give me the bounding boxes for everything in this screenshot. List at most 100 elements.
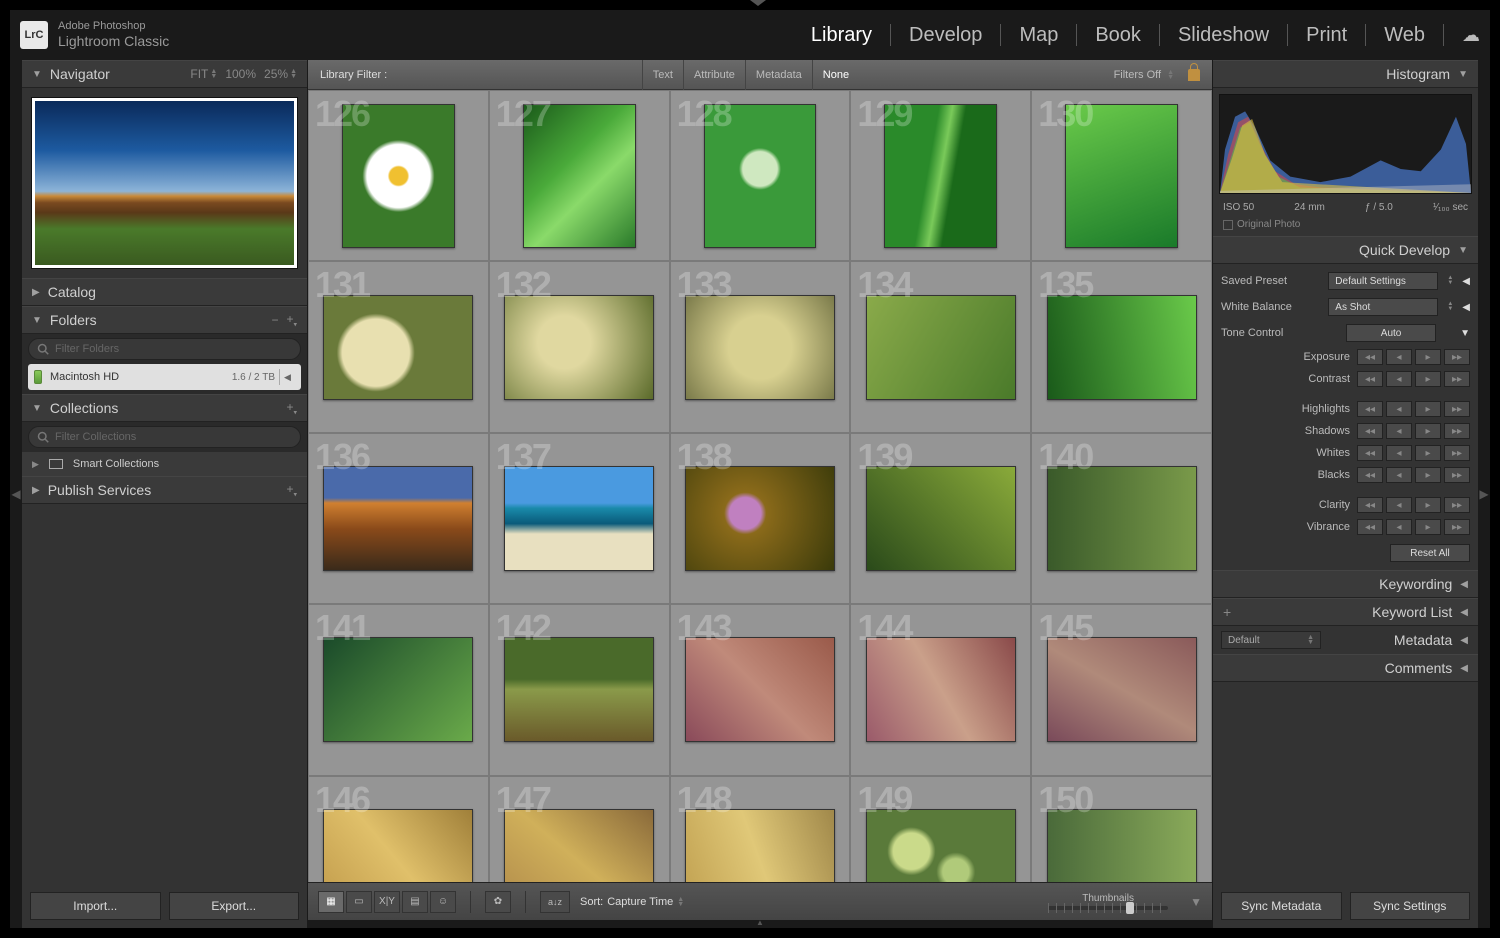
catalog-header[interactable]: ▶ Catalog bbox=[22, 278, 307, 306]
blacks-step-0[interactable]: ◂◂ bbox=[1357, 467, 1383, 483]
original-photo-checkbox[interactable]: Original Photo bbox=[1213, 219, 1478, 236]
folders-filter-input[interactable]: Filter Folders bbox=[28, 338, 301, 360]
thumbnail[interactable] bbox=[1047, 466, 1197, 571]
saved-preset-dropdown[interactable]: Default Settings bbox=[1328, 272, 1438, 290]
shadows-step-2[interactable]: ▸ bbox=[1415, 423, 1441, 439]
people-view-button[interactable]: ☺ bbox=[430, 891, 456, 913]
grid-cell[interactable]: 138 bbox=[670, 433, 851, 604]
right-edge-expander[interactable]: ▶ bbox=[1478, 60, 1490, 928]
clarity-step-0[interactable]: ◂◂ bbox=[1357, 497, 1383, 513]
collapse-arrow-icon[interactable]: ◀ bbox=[1462, 302, 1470, 313]
zoom-fit[interactable]: FIT▲▼ bbox=[190, 67, 217, 81]
metadata-preset-dropdown[interactable]: Default ▲▼ bbox=[1221, 631, 1321, 649]
blacks-step-2[interactable]: ▸ bbox=[1415, 467, 1441, 483]
folders-plus-icon[interactable]: +▾ bbox=[286, 312, 297, 328]
whites-step-1[interactable]: ◂ bbox=[1386, 445, 1412, 461]
grid-cell[interactable]: 149 bbox=[850, 776, 1031, 882]
keyword-list-plus-icon[interactable]: + bbox=[1223, 604, 1231, 620]
thumbnail[interactable] bbox=[866, 637, 1016, 742]
vibrance-step-2[interactable]: ▸ bbox=[1415, 519, 1441, 535]
filter-tab-text[interactable]: Text bbox=[642, 60, 683, 90]
thumbnail[interactable] bbox=[504, 295, 654, 400]
thumbnail[interactable] bbox=[685, 466, 835, 571]
vibrance-step-1[interactable]: ◂ bbox=[1386, 519, 1412, 535]
grid-cell[interactable]: 126 bbox=[308, 90, 489, 261]
grid-cell[interactable]: 147 bbox=[489, 776, 670, 882]
clarity-step-2[interactable]: ▸ bbox=[1415, 497, 1441, 513]
module-web[interactable]: Web bbox=[1366, 10, 1443, 60]
highlights-step-2[interactable]: ▸ bbox=[1415, 401, 1441, 417]
filter-tab-none[interactable]: None bbox=[812, 60, 859, 90]
grid-cell[interactable]: 134 bbox=[850, 261, 1031, 432]
collapse-arrow-icon[interactable]: ◀ bbox=[1462, 276, 1470, 287]
metadata-header[interactable]: Metadata ◀ bbox=[1329, 626, 1478, 654]
publish-plus-icon[interactable]: +▾ bbox=[286, 482, 297, 498]
grid-cell[interactable]: 137 bbox=[489, 433, 670, 604]
zoom-100[interactable]: 100% bbox=[225, 67, 256, 81]
loupe-view-button[interactable]: ▭ bbox=[346, 891, 372, 913]
sync-settings-button[interactable]: Sync Settings bbox=[1350, 892, 1471, 920]
thumbnail[interactable] bbox=[504, 637, 654, 742]
grid-cell[interactable]: 130 bbox=[1031, 90, 1212, 261]
blacks-step-3[interactable]: ▸▸ bbox=[1444, 467, 1470, 483]
filter-tab-metadata[interactable]: Metadata bbox=[745, 60, 812, 90]
collections-header[interactable]: ▼ Collections +▾ bbox=[22, 394, 307, 422]
shadows-step-3[interactable]: ▸▸ bbox=[1444, 423, 1470, 439]
painter-button[interactable]: ✿ bbox=[485, 891, 511, 913]
vibrance-step-3[interactable]: ▸▸ bbox=[1444, 519, 1470, 535]
publish-header[interactable]: ▶ Publish Services +▾ bbox=[22, 476, 307, 504]
grid-cell[interactable]: 127 bbox=[489, 90, 670, 261]
export-button[interactable]: Export... bbox=[169, 892, 300, 920]
thumbnail[interactable] bbox=[685, 295, 835, 400]
expand-arrow-icon[interactable]: ▼ bbox=[1460, 328, 1470, 339]
filters-off-menu[interactable]: Filters Off ▲▼ bbox=[1114, 69, 1200, 81]
histogram-header[interactable]: Histogram ▼ bbox=[1213, 60, 1478, 88]
zoom-25[interactable]: 25%▲▼ bbox=[264, 67, 297, 81]
collapse-top-icon[interactable] bbox=[750, 0, 766, 6]
grid-view[interactable]: 1261271281291301311321331341351361371381… bbox=[308, 90, 1212, 882]
grid-cell[interactable]: 128 bbox=[670, 90, 851, 261]
clarity-step-3[interactable]: ▸▸ bbox=[1444, 497, 1470, 513]
reset-all-button[interactable]: Reset All bbox=[1390, 544, 1470, 562]
left-edge-expander[interactable]: ◀ bbox=[10, 60, 22, 928]
navigator-preview[interactable] bbox=[22, 88, 307, 278]
collections-filter-input[interactable]: Filter Collections bbox=[28, 426, 301, 448]
module-book[interactable]: Book bbox=[1077, 10, 1159, 60]
exposure-step-0[interactable]: ◂◂ bbox=[1357, 349, 1383, 365]
filter-tab-attribute[interactable]: Attribute bbox=[683, 60, 745, 90]
grid-view-button[interactable]: ▦ bbox=[318, 891, 344, 913]
import-button[interactable]: Import... bbox=[30, 892, 161, 920]
highlights-step-0[interactable]: ◂◂ bbox=[1357, 401, 1383, 417]
module-print[interactable]: Print bbox=[1288, 10, 1365, 60]
collections-plus-icon[interactable]: +▾ bbox=[286, 400, 297, 416]
contrast-step-3[interactable]: ▸▸ bbox=[1444, 371, 1470, 387]
stepper-icon[interactable]: ▲▼ bbox=[1444, 302, 1456, 312]
vibrance-step-0[interactable]: ◂◂ bbox=[1357, 519, 1383, 535]
volume-row[interactable]: Macintosh HD 1.6 / 2 TB ◀ bbox=[28, 364, 301, 390]
sort-direction-button[interactable]: a↓z bbox=[540, 891, 570, 913]
contrast-step-1[interactable]: ◂ bbox=[1386, 371, 1412, 387]
shadows-step-0[interactable]: ◂◂ bbox=[1357, 423, 1383, 439]
clarity-step-1[interactable]: ◂ bbox=[1386, 497, 1412, 513]
thumbnail[interactable] bbox=[323, 466, 473, 571]
folders-header[interactable]: ▼ Folders − +▾ bbox=[22, 306, 307, 334]
whites-step-3[interactable]: ▸▸ bbox=[1444, 445, 1470, 461]
grid-cell[interactable]: 131 bbox=[308, 261, 489, 432]
exposure-step-3[interactable]: ▸▸ bbox=[1444, 349, 1470, 365]
sync-metadata-button[interactable]: Sync Metadata bbox=[1221, 892, 1342, 920]
thumbnail[interactable] bbox=[866, 295, 1016, 400]
toolbar-menu-icon[interactable]: ▼ bbox=[1190, 895, 1202, 909]
white-balance-dropdown[interactable]: As Shot bbox=[1328, 298, 1438, 316]
folders-minus-icon[interactable]: − bbox=[271, 313, 278, 327]
module-map[interactable]: Map bbox=[1001, 10, 1076, 60]
whites-step-0[interactable]: ◂◂ bbox=[1357, 445, 1383, 461]
histogram-display[interactable] bbox=[1219, 94, 1472, 194]
thumbnail[interactable] bbox=[323, 295, 473, 400]
highlights-step-1[interactable]: ◂ bbox=[1386, 401, 1412, 417]
module-library[interactable]: Library bbox=[793, 10, 890, 60]
compare-view-button[interactable]: X|Y bbox=[374, 891, 400, 913]
grid-cell[interactable]: 141 bbox=[308, 604, 489, 775]
grid-cell[interactable]: 139 bbox=[850, 433, 1031, 604]
grid-cell[interactable]: 135 bbox=[1031, 261, 1212, 432]
contrast-step-0[interactable]: ◂◂ bbox=[1357, 371, 1383, 387]
